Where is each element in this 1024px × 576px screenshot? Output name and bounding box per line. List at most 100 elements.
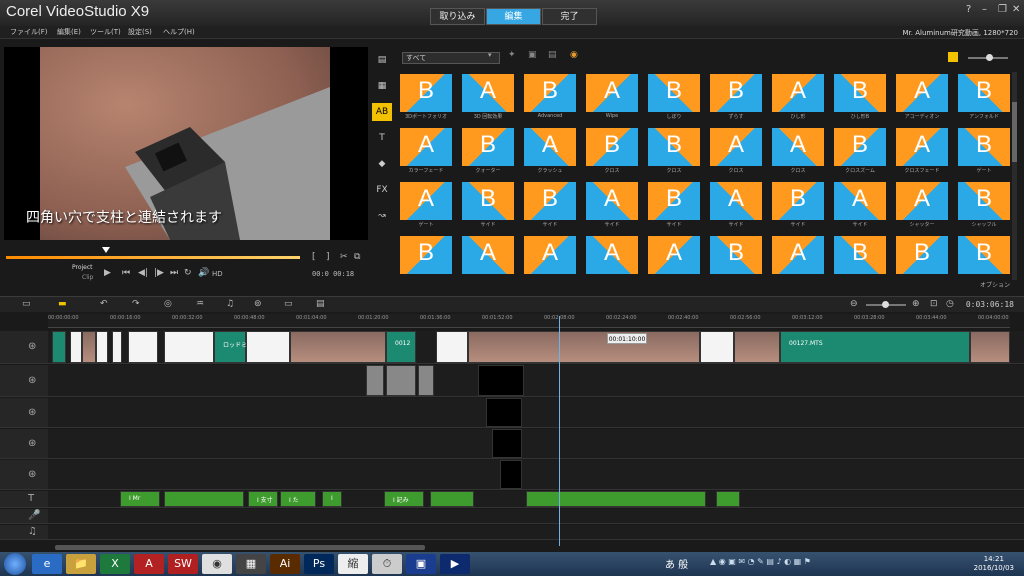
transition-thumbnail[interactable]: A クロス — [772, 128, 824, 174]
excel-icon[interactable]: X — [100, 554, 130, 574]
multi-trim-icon[interactable]: ▤ — [316, 299, 325, 309]
transition-thumbnail[interactable]: A クラッシュ — [524, 128, 576, 174]
illustrator-icon[interactable]: Ai — [270, 554, 300, 574]
transition-thumbnail[interactable]: A サイド — [834, 182, 886, 228]
title-clip[interactable] — [526, 491, 706, 507]
help-button[interactable]: ? — [966, 4, 971, 15]
transition-thumbnail[interactable]: A クロス — [710, 128, 762, 174]
maximize-button[interactable]: ❐ — [998, 4, 1007, 15]
timeline-timecode[interactable]: 0:03:06:18 — [966, 300, 1014, 309]
title-icon[interactable]: T — [372, 129, 392, 147]
japanese-icon[interactable]: 縮 — [338, 554, 368, 574]
videostudio-icon[interactable]: ▶ — [440, 554, 470, 574]
library-scroll-thumb[interactable] — [1012, 102, 1017, 162]
transition-thumbnail[interactable]: A Wipe — [586, 74, 638, 119]
preview-window[interactable]: 四角い穴で支柱と連結されます — [4, 47, 368, 240]
video-clip[interactable] — [468, 331, 700, 363]
title-clip[interactable]: I Mr — [120, 491, 160, 507]
transition-thumbnail[interactable]: A — [772, 236, 824, 274]
overlay-clip[interactable] — [418, 365, 434, 396]
video-clip[interactable] — [436, 331, 468, 363]
video-clip[interactable]: ロッドミ — [214, 331, 247, 363]
overlay-clip[interactable] — [386, 365, 416, 396]
mark-in-icon[interactable]: [ — [312, 252, 316, 262]
subtitle-editor-icon[interactable]: ▭ — [284, 299, 293, 309]
video-clip[interactable] — [164, 331, 214, 363]
chrome-icon[interactable]: ◉ — [202, 554, 232, 574]
auto-music-icon[interactable]: ♫ — [226, 299, 234, 309]
motion-tracking-icon[interactable]: ⊚ — [254, 299, 262, 309]
transition-thumbnail[interactable]: A シャッター — [896, 182, 948, 228]
video-clip[interactable] — [82, 331, 96, 363]
zoom-knob[interactable] — [882, 301, 889, 308]
hd-preview-button[interactable]: HD — [212, 270, 223, 278]
transition-thumbnail[interactable]: B シャッフル — [958, 182, 1010, 228]
ie-icon[interactable]: e — [32, 554, 62, 574]
next-frame-icon[interactable]: |▶ — [154, 268, 164, 278]
transition-thumbnail[interactable]: B サイド — [648, 182, 700, 228]
transition-thumbnail[interactable]: A — [586, 236, 638, 274]
transition-thumbnail[interactable]: A — [462, 236, 514, 274]
video-clip[interactable] — [734, 331, 780, 363]
mark-out-icon[interactable]: ] — [326, 252, 330, 262]
chevron-down-icon[interactable]: ▾ — [488, 51, 492, 59]
title-clip[interactable] — [430, 491, 474, 507]
timeline-playhead[interactable] — [559, 316, 560, 546]
path-icon[interactable]: ↝ — [372, 207, 392, 225]
video-clip[interactable] — [128, 331, 158, 363]
transition-thumbnail[interactable]: B サイド — [524, 182, 576, 228]
minimize-button[interactable]: – — [982, 4, 987, 15]
solidworks-icon[interactable]: SW — [168, 554, 198, 574]
overlay-clip[interactable] — [366, 365, 384, 396]
title-clip[interactable]: I — [322, 491, 342, 507]
library-folder-select[interactable]: すべて — [402, 52, 500, 64]
transition-thumbnail[interactable]: A ひし形 — [772, 74, 824, 120]
filter-icon[interactable]: FX — [372, 181, 392, 199]
video-clip[interactable]: 00127.MTS — [780, 331, 970, 363]
menu-edit[interactable]: 編集(E) — [57, 27, 81, 37]
transition-thumbnail[interactable]: B サイド — [462, 182, 514, 228]
transition-thumbnail[interactable]: B ひし形B — [834, 74, 886, 120]
transition-thumbnail[interactable]: B — [400, 236, 452, 274]
transition-thumbnail[interactable]: B ずらす — [710, 74, 762, 120]
transition-thumbnail[interactable]: B サイド — [772, 182, 824, 228]
thumbnail-size-knob[interactable] — [986, 54, 993, 61]
apply-to-all-icon[interactable]: ▤ — [548, 50, 557, 60]
timeline-horizontal-scrollbar[interactable] — [55, 545, 425, 550]
scrubber-bar[interactable] — [6, 256, 300, 259]
transition-thumbnail[interactable]: B クロスズーム — [834, 128, 886, 174]
transition-thumbnail[interactable]: B — [834, 236, 886, 274]
undo-icon[interactable]: ↶ — [100, 299, 108, 309]
transition-thumbnail[interactable]: B クロス — [648, 128, 700, 174]
apps-icon[interactable]: ▦ — [236, 554, 266, 574]
title-clip[interactable] — [716, 491, 740, 507]
monitor-icon[interactable]: ▣ — [406, 554, 436, 574]
acrobat-icon[interactable]: A — [134, 554, 164, 574]
step-tab-edit[interactable]: 編集 — [486, 8, 541, 25]
timeline-view-icon[interactable]: ▬ — [58, 299, 67, 309]
menu-file[interactable]: ファイル(F) — [10, 27, 48, 37]
photoshop-icon[interactable]: Ps — [304, 554, 334, 574]
library-scrollbar[interactable] — [1012, 72, 1017, 280]
language-bar-icon[interactable]: あ 般 — [665, 556, 688, 571]
menu-settings[interactable]: 設定(S) — [128, 27, 152, 37]
clip-mode-label[interactable]: Clip — [82, 274, 93, 281]
timeline-ruler[interactable]: 00:00:00:00 00:00:16:00 00:00:32:00 00:00:4… — [48, 314, 1010, 328]
video-clip[interactable]: 0012 — [386, 331, 416, 363]
home-icon[interactable]: ⏮ — [122, 268, 130, 278]
overlay-clip[interactable] — [486, 398, 522, 427]
title-clip[interactable] — [164, 491, 244, 507]
video-clip[interactable] — [52, 331, 66, 363]
menu-help[interactable]: ヘルプ(H) — [163, 27, 195, 37]
transition-thumbnail[interactable]: A クロスフェード — [896, 128, 948, 174]
transition-thumbnail[interactable]: A — [648, 236, 700, 274]
transition-thumbnail[interactable]: B Advanced — [524, 74, 576, 119]
zoom-in-icon[interactable]: ⊕ — [912, 299, 920, 309]
transition-thumbnail[interactable]: A カラーフェード — [400, 128, 452, 174]
overlay-clip[interactable] — [500, 460, 522, 489]
system-tray-icons[interactable]: ▲ ◉ ▣ ✉ ◔ ✎ ▤ ♪ ◐ ▦ ⚑ — [710, 557, 811, 566]
transition-thumbnail[interactable]: B — [958, 236, 1010, 274]
prev-frame-icon[interactable]: ◀| — [138, 268, 148, 278]
video-clip[interactable] — [70, 331, 82, 363]
media-icon[interactable]: ▤ — [372, 51, 392, 69]
